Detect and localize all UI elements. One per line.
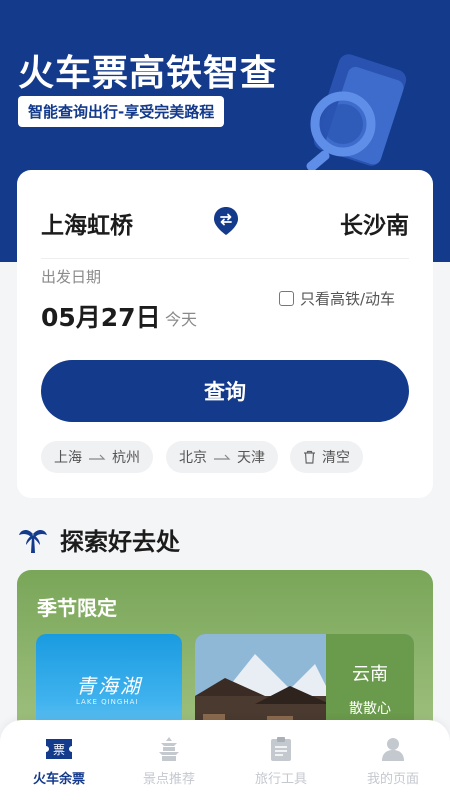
destination-name: 云南	[352, 664, 388, 685]
date-label: 出发日期	[41, 268, 102, 286]
svg-text:票: 票	[53, 743, 65, 757]
destination-subtitle: 散散心	[349, 701, 391, 717]
clear-history-button[interactable]: 清空	[290, 441, 363, 473]
search-card: 上海虹桥 长沙南 出发日期 05月27日 今天 只看高铁/动车 查询 上海 杭州…	[17, 170, 433, 498]
divider	[41, 258, 409, 259]
hero-subtitle: 智能查询出行-享受完美路程	[18, 96, 225, 127]
tab-label: 景点推荐	[142, 772, 195, 787]
history-chip[interactable]: 上海 杭州	[41, 441, 153, 473]
clipboard-icon	[271, 737, 291, 761]
tab-travel-tools[interactable]: 旅行工具	[225, 736, 337, 787]
from-station[interactable]: 上海虹桥	[41, 206, 133, 240]
tab-attractions[interactable]: 景点推荐	[113, 736, 225, 787]
bottom-tab-bar: 票 火车余票 景点推荐 旅行工具 我的页面	[0, 720, 450, 800]
tab-train-tickets[interactable]: 票 火车余票	[3, 736, 115, 787]
query-button[interactable]: 查询	[41, 360, 409, 422]
user-icon	[382, 738, 404, 761]
high-speed-label: 只看高铁/动车	[300, 290, 396, 308]
ticket-icon: 票	[46, 739, 72, 759]
high-speed-checkbox[interactable]	[279, 291, 294, 306]
clear-label: 清空	[322, 450, 350, 466]
history-from: 上海	[54, 450, 82, 466]
arrow-right-icon	[214, 454, 231, 460]
tab-my-page[interactable]: 我的页面	[337, 736, 449, 787]
tab-label: 旅行工具	[254, 772, 307, 787]
trash-icon	[304, 450, 315, 464]
to-station[interactable]: 长沙南	[340, 206, 409, 240]
high-speed-only-toggle[interactable]: 只看高铁/动车	[279, 288, 395, 309]
seasonal-title: 季节限定	[37, 596, 117, 620]
history-from: 北京	[179, 450, 207, 466]
tab-label: 火车余票	[32, 772, 85, 787]
palm-tree-icon	[19, 529, 47, 553]
arrow-right-icon	[89, 454, 106, 460]
hero-title: 火车票高铁智查	[18, 53, 278, 94]
history-chip[interactable]: 北京 天津	[166, 441, 278, 473]
explore-title: 探索好去处	[60, 528, 180, 556]
swap-stations-icon[interactable]	[213, 206, 239, 236]
date-hint: 今天	[165, 310, 198, 329]
history-to: 杭州	[112, 450, 140, 466]
tab-label: 我的页面	[366, 772, 419, 787]
destination-name-en: LAKE QINGHAI	[76, 698, 139, 706]
pagoda-icon	[159, 737, 179, 761]
ticket-magnifier-illustration	[306, 54, 407, 172]
departure-date[interactable]: 05月27日	[41, 298, 161, 334]
destination-name: 青海湖	[76, 674, 142, 698]
explore-section-header: 探索好去处	[18, 522, 180, 557]
history-to: 天津	[237, 450, 265, 466]
